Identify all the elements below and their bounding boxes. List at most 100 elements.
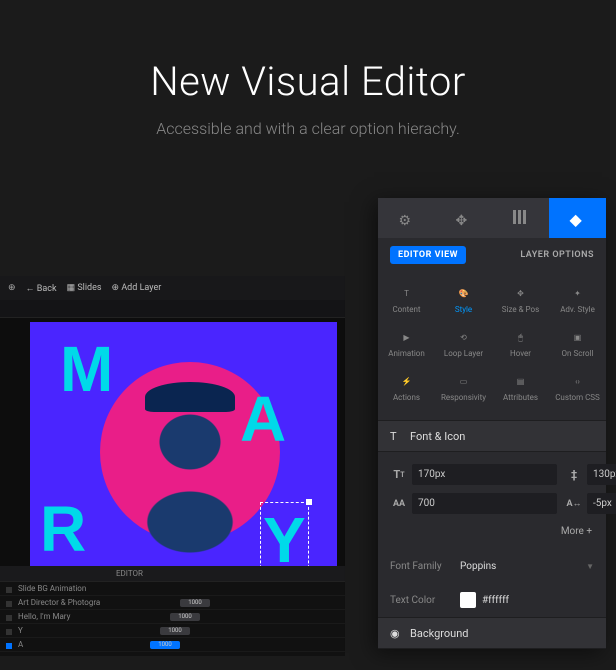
- font-family-value: Poppins: [460, 561, 496, 572]
- option-label: Animation: [388, 349, 425, 358]
- advstyle-icon: ✦: [571, 287, 585, 301]
- tab-navigation[interactable]: [435, 198, 492, 238]
- timeline-row[interactable]: Art Director & Photogra 1000: [0, 596, 345, 610]
- option-actions[interactable]: ⚡ Actions: [378, 366, 435, 410]
- chevron-down-icon: ▼: [586, 562, 594, 571]
- timeline-row[interactable]: A 1000: [0, 638, 345, 652]
- tab-settings[interactable]: [378, 198, 435, 238]
- gear-icon: [399, 210, 415, 226]
- content-icon: T: [400, 287, 414, 301]
- section-background[interactable]: ◉ Background: [378, 617, 606, 649]
- canvas-letter-r[interactable]: R: [40, 492, 86, 566]
- onscroll-icon: ▣: [571, 331, 585, 345]
- option-sizepos[interactable]: ✥ Size & Pos: [492, 278, 549, 322]
- option-label: Content: [392, 305, 420, 314]
- canvas-letter-a[interactable]: A: [240, 382, 286, 456]
- option-label: Actions: [393, 393, 420, 402]
- layers-icon: [570, 210, 586, 226]
- columns-icon: [513, 210, 529, 226]
- timeline-row-label: Art Director & Photogra: [0, 598, 110, 607]
- timeline-bar[interactable]: 1000: [160, 627, 190, 635]
- text-color-row[interactable]: Text Color #ffffff: [378, 583, 606, 617]
- canvas-letter-m[interactable]: M: [60, 332, 113, 406]
- option-label: Responsivity: [441, 393, 486, 402]
- font-weight-icon: AA: [390, 499, 408, 509]
- section-font-icon[interactable]: T Font & Icon: [378, 420, 606, 452]
- sizepos-icon: ✥: [514, 287, 528, 301]
- section-background-label: Background: [410, 627, 468, 640]
- background-icon: ◉: [390, 627, 402, 639]
- section-font-label: Font & Icon: [410, 430, 465, 443]
- layer-options-label[interactable]: LAYER OPTIONS: [520, 250, 594, 260]
- editor-canvas[interactable]: M A R Y: [30, 322, 337, 582]
- style-icon: 🎨: [457, 287, 471, 301]
- hover-icon: 🖱: [514, 331, 528, 345]
- add-layer-button[interactable]: ⊕ Add Layer: [112, 283, 162, 293]
- option-advstyle[interactable]: ✦Adv. Style: [549, 278, 606, 322]
- option-attributes[interactable]: ▤Attributes: [492, 366, 549, 410]
- font-family-label: Font Family: [390, 561, 460, 572]
- option-content[interactable]: T Content: [378, 278, 435, 322]
- option-hover[interactable]: 🖱 Hover: [492, 322, 549, 366]
- timeline-row-label: Slide BG Animation: [0, 584, 110, 593]
- editor-toolbar: [0, 300, 345, 318]
- timeline-header: EDITOR: [0, 566, 345, 582]
- font-controls: TT ‡ AA A↔ More +: [378, 452, 606, 549]
- customcss-icon: ‹›: [571, 375, 585, 389]
- timeline-bar[interactable]: 1000: [150, 641, 180, 649]
- letter-spacing-icon: A↔: [565, 498, 583, 509]
- timeline-row-label: Hello, I'm Mary: [0, 612, 110, 621]
- color-swatch[interactable]: [460, 592, 476, 608]
- move-icon: [456, 210, 472, 226]
- option-onscroll[interactable]: ▣ On Scroll: [549, 322, 606, 366]
- option-style[interactable]: 🎨 Style: [435, 278, 492, 322]
- option-looplayer[interactable]: ⟲Loop Layer: [435, 322, 492, 366]
- text-color-label: Text Color: [390, 595, 460, 606]
- panel-subhead: EDITOR VIEW LAYER OPTIONS: [378, 238, 606, 272]
- option-label: Style: [455, 305, 472, 314]
- options-panel: EDITOR VIEW LAYER OPTIONS T Content 🎨 Style…: [378, 198, 606, 649]
- option-responsivity[interactable]: ▭ Responsivity: [435, 366, 492, 410]
- actions-icon: ⚡: [400, 375, 414, 389]
- option-animation[interactable]: ▶ Animation: [378, 322, 435, 366]
- timeline-bar[interactable]: 1000: [170, 613, 200, 621]
- letter-spacing-input[interactable]: [587, 493, 616, 514]
- more-options-button[interactable]: More +: [390, 522, 594, 537]
- panel-top-tabs: [378, 198, 606, 238]
- back-button[interactable]: ← Back: [26, 283, 57, 294]
- option-customcss[interactable]: ‹› Custom CSS: [549, 366, 606, 410]
- text-icon: T: [390, 430, 402, 442]
- timeline-row-label: Y: [0, 626, 110, 635]
- option-label: On Scroll: [562, 349, 594, 358]
- option-label: Custom CSS: [555, 393, 600, 402]
- responsivity-icon: ▭: [457, 375, 471, 389]
- timeline[interactable]: EDITOR Slide BG Animation Art Director & …: [0, 566, 345, 656]
- animation-icon: ▶: [400, 331, 414, 345]
- canvas-person-image: [120, 402, 260, 562]
- looplayer-icon: ⟲: [457, 331, 471, 345]
- text-color-value: #ffffff: [482, 595, 509, 606]
- tab-layers[interactable]: [549, 198, 606, 238]
- font-size-icon: TT: [390, 468, 408, 481]
- option-label: Size & Pos: [502, 305, 539, 314]
- option-grid: T Content 🎨 Style ✥ Size & Pos ✦Adv. Style ▶ Ani…: [378, 272, 606, 420]
- page-subtitle: Accessible and with a clear option hiera…: [0, 119, 616, 138]
- line-height-icon: ‡: [565, 468, 583, 481]
- tab-slides[interactable]: [492, 198, 549, 238]
- slides-button[interactable]: ▦ Slides: [67, 283, 102, 293]
- font-weight-input[interactable]: [412, 493, 557, 514]
- timeline-row[interactable]: Hello, I'm Mary 1000: [0, 610, 345, 624]
- option-label: Hover: [510, 349, 531, 358]
- line-height-input[interactable]: [587, 464, 616, 485]
- editor-view-button[interactable]: EDITOR VIEW: [390, 246, 466, 264]
- timeline-editor-label: EDITOR: [116, 569, 143, 578]
- editor-topbar: ⊕ ← Back ▦ Slides ⊕ Add Layer: [0, 276, 345, 300]
- page-title: New Visual Editor: [0, 58, 616, 105]
- timeline-row-label: A: [0, 640, 110, 649]
- option-label: Attributes: [503, 393, 538, 402]
- timeline-row[interactable]: Y 1000: [0, 624, 345, 638]
- font-size-input[interactable]: [412, 464, 557, 485]
- timeline-row[interactable]: Slide BG Animation: [0, 582, 345, 596]
- timeline-bar[interactable]: 1000: [180, 599, 210, 607]
- font-family-row[interactable]: Font Family Poppins ▼: [378, 549, 606, 583]
